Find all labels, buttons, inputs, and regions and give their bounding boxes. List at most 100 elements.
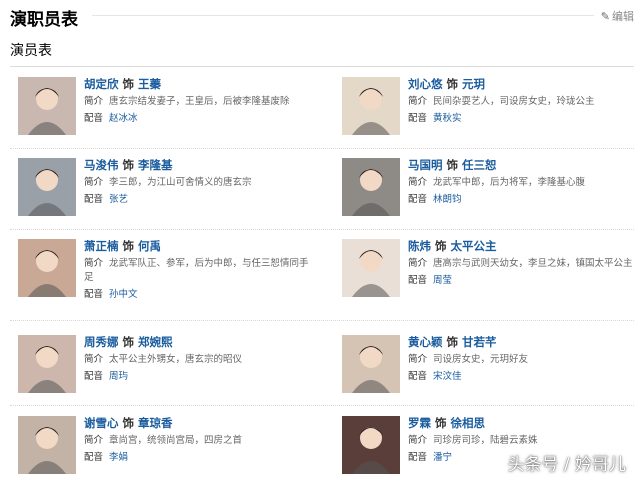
row-divider [10, 229, 634, 230]
dub-label: 配音 [408, 371, 428, 382]
role-name-link[interactable]: 郑婉熙 [138, 335, 173, 349]
role-name-link[interactable]: 徐相思 [451, 416, 486, 430]
cast-heading: 马浚伟饰李隆基 [84, 158, 310, 173]
dub-label: 配音 [408, 275, 428, 286]
dub-line: 配音 赵冰冰 [84, 112, 310, 126]
intro-line: 简介 龙武军队正、参军，后为中郎，与任三恕情同手足 [84, 257, 310, 285]
cast-heading: 胡定欣饰王蓁 [84, 77, 310, 92]
cast-section-title: 演员表 [10, 43, 52, 59]
row-divider [10, 148, 634, 149]
voice-actor-link[interactable]: 林朗钧 [433, 194, 462, 205]
role-name-link[interactable]: 何禹 [138, 239, 161, 253]
portrait-icon [342, 158, 400, 216]
actor-name-link[interactable]: 马国明 [408, 158, 443, 172]
voice-actor-link[interactable]: 黄秋实 [433, 113, 462, 124]
intro-label: 简介 [408, 96, 428, 107]
portrait-icon [18, 416, 76, 474]
voice-actor-link[interactable]: 张艺 [109, 194, 128, 205]
intro-text: 太平公主外甥女，唐玄宗的昭仪 [109, 354, 243, 365]
cast-info: 胡定欣饰王蓁 简介 唐玄宗结发妻子，王皇后，后被李隆基废除 配音 赵冰冰 [84, 77, 310, 126]
intro-label: 简介 [408, 354, 428, 365]
voice-actor-link[interactable]: 周玙 [109, 371, 128, 382]
intro-line: 简介 司设房女史，元玥好友 [408, 353, 634, 367]
intro-text: 司珍房司珍，陆碧云素姝 [433, 435, 538, 446]
dub-label: 配音 [408, 452, 428, 463]
intro-label: 简介 [84, 258, 104, 269]
cast-card: 黄心颖饰甘若芊 简介 司设房女史，元玥好友 配音 宋汶佳 [342, 335, 640, 405]
edit-button[interactable]: ✎ 编辑 [601, 8, 634, 24]
actor-photo[interactable] [342, 158, 400, 216]
role-name-link[interactable]: 王蓁 [138, 77, 161, 91]
actor-name-link[interactable]: 黄心颖 [408, 335, 443, 349]
intro-text: 唐玄宗结发妻子，王皇后，后被李隆基废除 [109, 96, 290, 107]
voice-actor-link[interactable]: 潘宁 [433, 452, 452, 463]
actor-name-link[interactable]: 马浚伟 [84, 158, 119, 172]
actor-photo[interactable] [18, 77, 76, 135]
actor-name-link[interactable]: 萧正楠 [84, 239, 119, 253]
actor-photo[interactable] [18, 416, 76, 474]
portrait-icon [342, 239, 400, 297]
title-divider [92, 15, 594, 16]
actor-photo[interactable] [342, 239, 400, 297]
pencil-icon: ✎ [600, 10, 610, 23]
actor-name-link[interactable]: 罗霖 [408, 416, 431, 430]
actor-photo[interactable] [342, 77, 400, 135]
cast-heading: 刘心悠饰元玥 [408, 77, 634, 92]
cast-info: 陈炜饰太平公主简介 唐高宗与武则天幼女，李旦之妹，镇国太平公主 配音 周莹 [408, 239, 634, 288]
intro-text: 章尚宫，统领尚宫局，四房之首 [109, 435, 243, 446]
voice-actor-link[interactable]: 周莹 [433, 275, 452, 286]
intro-label: 简介 [84, 354, 104, 365]
actor-name-link[interactable]: 周秀娜 [84, 335, 119, 349]
voice-actor-link[interactable]: 孙中文 [109, 289, 138, 300]
cast-card: 周秀娜饰郑婉熙 简介 太平公主外甥女，唐玄宗的昭仪 配音 周玙 [18, 335, 318, 405]
dub-line: 配音 宋汶佳 [408, 370, 634, 384]
role-name-link[interactable]: 甘若芊 [462, 335, 497, 349]
role-name-link[interactable]: 章琼香 [138, 416, 173, 430]
actor-photo[interactable] [342, 335, 400, 393]
portrait-icon [18, 335, 76, 393]
actor-photo[interactable] [342, 416, 400, 474]
role-name-link[interactable]: 李隆基 [138, 158, 173, 172]
cast-info: 周秀娜饰郑婉熙 简介 太平公主外甥女，唐玄宗的昭仪 配音 周玙 [84, 335, 310, 384]
portrait-icon [342, 77, 400, 135]
actor-name-link[interactable]: 陈炜 [408, 239, 431, 253]
role-name-link[interactable]: 元玥 [462, 77, 485, 91]
portrait-icon [18, 158, 76, 216]
cast-heading: 黄心颖饰甘若芊 [408, 335, 634, 350]
actor-name-link[interactable]: 刘心悠 [408, 77, 443, 91]
actor-name-link[interactable]: 谢雪心 [84, 416, 119, 430]
dub-label: 配音 [408, 194, 428, 205]
actor-photo[interactable] [18, 158, 76, 216]
intro-line: 简介 民间杂耍艺人，司设房女史，玲珑公主 [408, 95, 634, 109]
as-label: 饰 [435, 239, 447, 253]
voice-actor-link[interactable]: 李娟 [109, 452, 128, 463]
dub-label: 配音 [84, 371, 104, 382]
role-name-link[interactable]: 任三恕 [462, 158, 497, 172]
actor-photo[interactable] [18, 239, 76, 297]
row-divider [10, 320, 634, 321]
section-divider [10, 66, 634, 67]
cast-card: 刘心悠饰元玥 简介 民间杂耍艺人，司设房女史，玲珑公主 配音 黄秋实 [342, 77, 640, 147]
intro-text: 龙武军队正、参军，后为中郎，与任三恕情同手足 [84, 258, 309, 283]
cast-card: 马浚伟饰李隆基 简介 李三郎，为江山可舍情义的唐玄宗 配音 张艺 [18, 158, 318, 228]
dub-line: 配音 张艺 [84, 193, 310, 207]
intro-line: 简介 李三郎，为江山可舍情义的唐玄宗 [84, 176, 310, 190]
actor-name-link[interactable]: 胡定欣 [84, 77, 119, 91]
portrait-icon [342, 335, 400, 393]
intro-line: 简介 唐玄宗结发妻子，王皇后，后被李隆基废除 [84, 95, 310, 109]
voice-actor-link[interactable]: 赵冰冰 [109, 113, 138, 124]
intro-line: 简介 太平公主外甥女，唐玄宗的昭仪 [84, 353, 310, 367]
role-name-link[interactable]: 太平公主 [451, 239, 497, 253]
intro-text: 唐高宗与武则天幼女，李旦之妹，镇国太平公主 [433, 258, 633, 269]
intro-line: 简介 司珍房司珍，陆碧云素姝 [408, 434, 634, 448]
dub-line: 配音 周玙 [84, 370, 310, 384]
as-label: 饰 [435, 416, 447, 430]
dub-line: 配音 黄秋实 [408, 112, 634, 126]
voice-actor-link[interactable]: 宋汶佳 [433, 371, 462, 382]
cast-heading: 罗霖饰徐相思 [408, 416, 634, 431]
as-label: 饰 [122, 335, 135, 349]
cast-heading: 萧正楠饰何禹 [84, 239, 310, 254]
cast-heading: 周秀娜饰郑婉熙 [84, 335, 310, 350]
intro-line: 简介 唐高宗与武则天幼女，李旦之妹，镇国太平公主 [408, 257, 634, 271]
actor-photo[interactable] [18, 335, 76, 393]
